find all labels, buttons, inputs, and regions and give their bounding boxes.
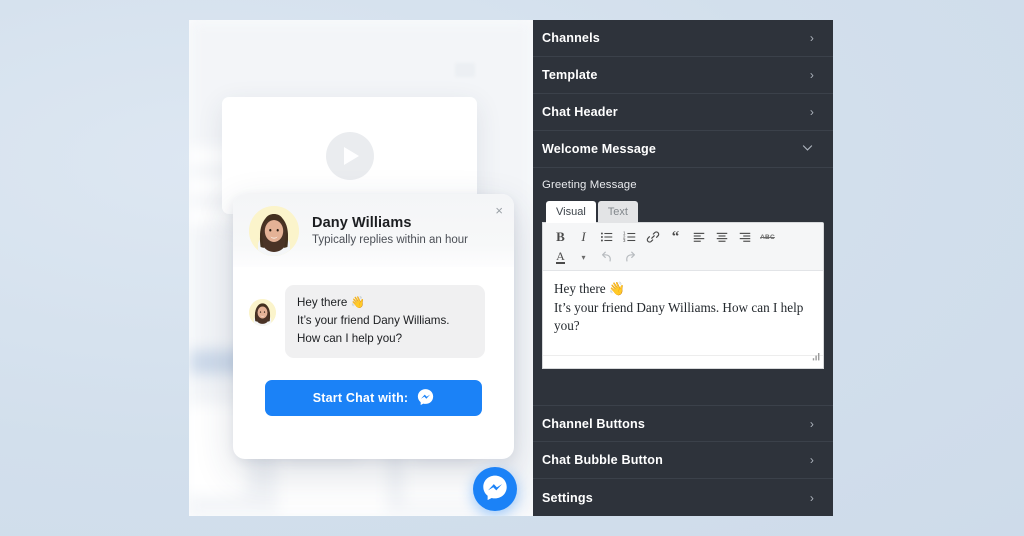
- sidebar-item-label: Chat Header: [542, 105, 618, 119]
- bullet-list-icon[interactable]: [595, 228, 618, 247]
- sidebar-item-settings[interactable]: Settings ›: [533, 479, 833, 516]
- chat-widget-body: Hey there 👋 It’s your friend Dany Willia…: [233, 267, 514, 416]
- chat-widget: Dany Williams Typically replies within a…: [233, 194, 514, 459]
- resize-grip-icon[interactable]: [812, 348, 820, 366]
- start-chat-label: Start Chat with:: [312, 390, 409, 405]
- redo-icon[interactable]: [618, 248, 641, 267]
- greeting-message-bubble: Hey there 👋 It’s your friend Dany Willia…: [285, 285, 485, 358]
- agent-avatar-small: [249, 299, 276, 326]
- greeting-message-input[interactable]: Hey there 👋 It’s your friend Dany Willia…: [543, 271, 823, 355]
- chevron-right-icon: ›: [809, 105, 814, 119]
- strikethrough-label: ABC: [760, 233, 775, 241]
- align-left-icon[interactable]: [687, 228, 710, 247]
- play-icon: [325, 131, 374, 180]
- chevron-right-icon: ›: [809, 490, 814, 505]
- editor-line-2: It’s your friend Dany Williams. How can …: [554, 299, 804, 334]
- svg-text:3: 3: [623, 238, 626, 243]
- chat-bubble-button[interactable]: [473, 467, 517, 511]
- tab-text[interactable]: Text: [597, 201, 638, 223]
- greeting-line-1: Hey there 👋: [297, 296, 365, 309]
- editor-toolbar-row-1: B I 123 “ ABC: [549, 227, 817, 247]
- tab-visual[interactable]: Visual: [546, 201, 596, 223]
- italic-icon[interactable]: I: [572, 228, 595, 247]
- editor-toolbar-row-2: A ▾: [549, 247, 817, 267]
- editor-toolbar: B I 123 “ ABC A ▾: [543, 223, 823, 271]
- sidebar-item-template[interactable]: Template ›: [533, 57, 833, 94]
- blockquote-icon[interactable]: “: [664, 228, 687, 247]
- sidebar-item-chat-header[interactable]: Chat Header ›: [533, 94, 833, 131]
- messenger-icon: [417, 388, 434, 408]
- strikethrough-icon[interactable]: ABC: [756, 228, 779, 247]
- link-icon[interactable]: [641, 228, 664, 247]
- sidebar-item-welcome-message[interactable]: Welcome Message: [533, 131, 833, 168]
- numbered-list-icon[interactable]: 123: [618, 228, 641, 247]
- agent-name: Dany Williams: [312, 215, 412, 231]
- sidebar-item-channel-buttons[interactable]: Channel Buttons ›: [533, 405, 833, 442]
- close-icon[interactable]: ×: [495, 204, 503, 217]
- agent-info: Dany Williams Typically replies within a…: [312, 215, 468, 246]
- sidebar-item-label: Template: [542, 68, 598, 82]
- sidebar-item-label: Welcome Message: [542, 142, 657, 156]
- editor-footer: [543, 353, 823, 368]
- color-dropdown-icon[interactable]: ▾: [572, 248, 595, 267]
- greeting-line-2: It’s your friend Dany Williams. How can …: [297, 313, 450, 345]
- rich-text-editor: B I 123 “ ABC A ▾ Hey there 👋 It’s your …: [542, 222, 824, 369]
- settings-sidebar: Channels › Template › Chat Header › Welc…: [533, 20, 833, 516]
- chevron-right-icon: ›: [809, 68, 814, 82]
- align-right-icon[interactable]: [733, 228, 756, 247]
- widget-preview-pane: Dany Williams Typically replies within a…: [189, 20, 534, 516]
- chevron-down-icon: [801, 141, 814, 157]
- align-center-icon[interactable]: [710, 228, 733, 247]
- sidebar-item-label: Settings: [542, 490, 593, 505]
- greeting-message-label: Greeting Message: [542, 179, 637, 191]
- sidebar-item-channels[interactable]: Channels ›: [533, 20, 833, 57]
- undo-icon[interactable]: [595, 248, 618, 267]
- bold-icon[interactable]: B: [549, 228, 572, 247]
- sidebar-item-label: Chat Bubble Button: [542, 453, 663, 467]
- sidebar-item-label: Channels: [542, 31, 600, 45]
- messenger-icon: [482, 474, 508, 505]
- chevron-right-icon: ›: [809, 31, 814, 45]
- text-color-icon[interactable]: A: [549, 248, 572, 267]
- greeting-message-row: Hey there 👋 It’s your friend Dany Willia…: [249, 285, 498, 358]
- editor-mode-tabs: Visual Text: [542, 200, 824, 223]
- agent-avatar: [249, 205, 299, 256]
- sidebar-item-chat-bubble-button[interactable]: Chat Bubble Button ›: [533, 442, 833, 479]
- page-thumbnail-placeholder: [455, 63, 475, 77]
- agent-reply-time: Typically replies within an hour: [312, 234, 468, 246]
- chevron-right-icon: ›: [809, 416, 814, 431]
- chat-widget-header: Dany Williams Typically replies within a…: [233, 194, 514, 267]
- editor-line-1: Hey there 👋: [554, 281, 626, 296]
- chevron-right-icon: ›: [809, 453, 814, 467]
- sidebar-item-label: Channel Buttons: [542, 416, 645, 431]
- welcome-message-panel: Greeting Message Visual Text B I 123 “ A…: [533, 168, 833, 369]
- start-chat-button[interactable]: Start Chat with:: [265, 379, 482, 416]
